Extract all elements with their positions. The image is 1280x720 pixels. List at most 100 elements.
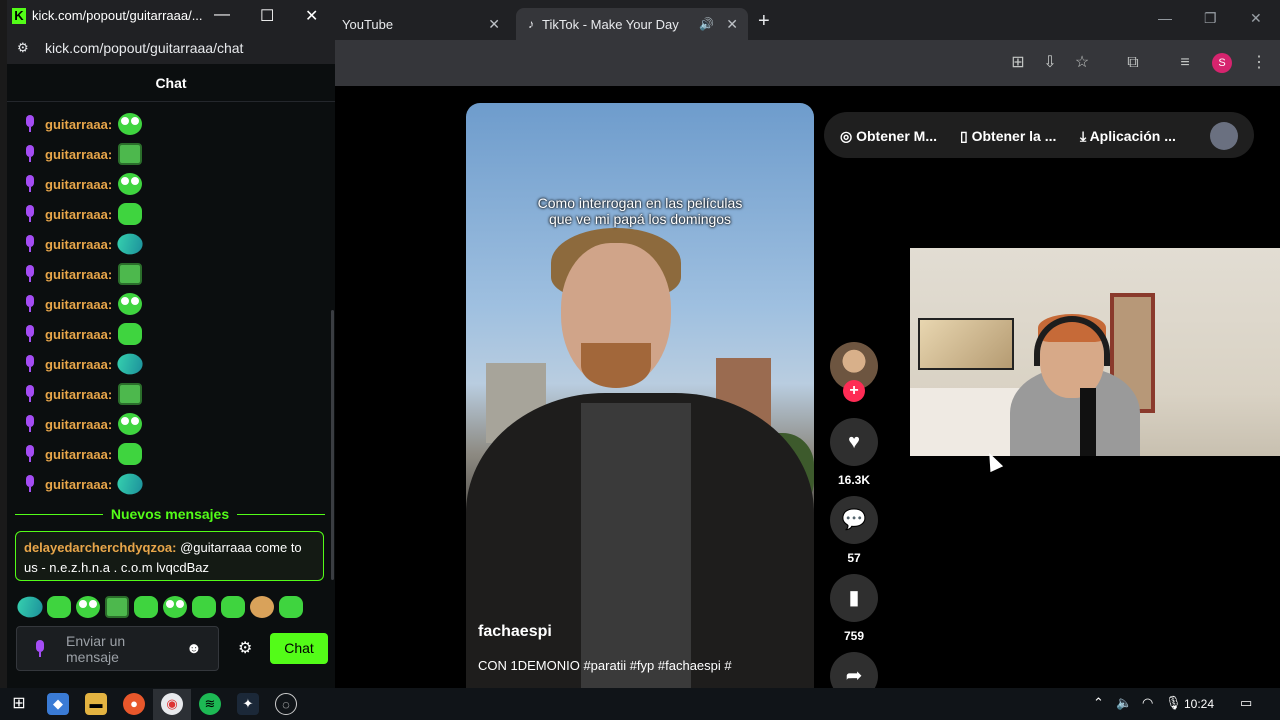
- chat-username[interactable]: guitarraaa:: [45, 117, 112, 132]
- get-app-button[interactable]: ▯ Obtener la ...: [960, 128, 1056, 145]
- minimize-icon[interactable]: —: [1158, 10, 1172, 26]
- chat-username[interactable]: guitarraaa:: [45, 147, 112, 162]
- tray-overflow-icon[interactable]: ⌃: [1093, 695, 1104, 711]
- chat-scrollbar[interactable]: [331, 310, 334, 580]
- spotify-icon[interactable]: ≋: [199, 693, 221, 715]
- close-tab-icon[interactable]: ✕: [726, 16, 738, 33]
- windows-start-icon[interactable]: ⊞: [8, 693, 30, 715]
- chat-username[interactable]: guitarraaa:: [45, 357, 112, 372]
- fish-emote-icon[interactable]: [114, 348, 147, 380]
- volume-icon[interactable]: 🔈: [1116, 695, 1132, 711]
- frog-emote-icon[interactable]: [279, 596, 303, 618]
- eyes-emote-icon[interactable]: [118, 413, 143, 435]
- like-button[interactable]: ♥: [830, 418, 878, 466]
- box-emote-icon[interactable]: [118, 263, 143, 285]
- chat-username[interactable]: guitarraaa:: [45, 237, 112, 252]
- chat-message: guitarraaa:: [24, 172, 143, 196]
- get-coins-button[interactable]: ◎ Obtener M...: [840, 128, 937, 145]
- eyes-emote-icon[interactable]: [76, 596, 100, 618]
- comment-button[interactable]: 💬: [830, 496, 878, 544]
- fish-emote-icon[interactable]: [114, 468, 147, 500]
- tab-youtube[interactable]: YouTube ✕: [330, 8, 510, 40]
- eyes-emote-icon[interactable]: [163, 596, 187, 618]
- box-emote-icon[interactable]: [118, 383, 143, 405]
- chat-send-button[interactable]: Chat: [270, 633, 328, 664]
- frog-emote-icon[interactable]: [47, 596, 71, 618]
- chat-message: guitarraaa:: [24, 382, 143, 406]
- close-tab-icon[interactable]: ✕: [488, 16, 500, 33]
- translate-icon[interactable]: ⊞: [1007, 52, 1029, 74]
- chat-username[interactable]: guitarraaa:: [45, 177, 112, 192]
- frog-emote-icon[interactable]: [192, 596, 216, 618]
- chat-settings-icon[interactable]: ⚙: [238, 638, 252, 658]
- microphone-tray-icon[interactable]: 🎙: [1165, 695, 1182, 711]
- eyes-emote-icon[interactable]: [118, 293, 143, 315]
- site-settings-icon[interactable]: ⚙: [17, 40, 29, 56]
- tab-tiktok[interactable]: ♪ TikTok - Make Your Day 🔊 ✕: [516, 8, 748, 40]
- chat-username[interactable]: guitarraaa:: [45, 417, 112, 432]
- video-player[interactable]: Como interrogan en las películas que ve …: [466, 103, 814, 688]
- minimize-icon[interactable]: —: [214, 6, 230, 24]
- webcam-overlay: [910, 248, 1280, 456]
- windows-taskbar: [0, 688, 1280, 720]
- chat-message: guitarraaa:: [24, 262, 143, 286]
- video-author[interactable]: fachaespi: [478, 623, 552, 641]
- share-icon: ➦: [845, 665, 863, 687]
- chat-username[interactable]: guitarraaa:: [45, 477, 112, 492]
- eyes-emote-icon[interactable]: [118, 113, 143, 135]
- chat-username[interactable]: guitarraaa:: [45, 297, 112, 312]
- close-window-icon[interactable]: ✕: [1250, 10, 1262, 27]
- obs-icon[interactable]: ◌: [275, 693, 297, 715]
- maximize-icon[interactable]: ☐: [260, 6, 274, 26]
- notifications-icon[interactable]: ▭: [1240, 695, 1252, 711]
- follow-plus-icon[interactable]: +: [843, 380, 865, 402]
- menu-kebab-icon[interactable]: ⋮: [1248, 52, 1270, 74]
- audio-playing-icon[interactable]: 🔊: [699, 17, 714, 31]
- microphone-badge-icon: [24, 445, 36, 463]
- file-explorer-icon[interactable]: ▬: [85, 693, 107, 715]
- frog-emote-icon[interactable]: [118, 443, 143, 465]
- wifi-icon[interactable]: ◠: [1142, 695, 1153, 711]
- profile-avatar[interactable]: S: [1212, 53, 1232, 73]
- install-app-icon[interactable]: ⇩: [1039, 52, 1061, 74]
- new-messages-divider[interactable]: Nuevos mensajes: [15, 505, 325, 523]
- chat-username[interactable]: guitarraaa:: [45, 447, 112, 462]
- video-caption-overlay: Como interrogan en las películas que ve …: [466, 195, 814, 227]
- fish-emote-icon[interactable]: [14, 591, 46, 623]
- close-window-icon[interactable]: ✕: [305, 6, 318, 26]
- frog-emote-icon[interactable]: [118, 323, 143, 345]
- box-emote-icon[interactable]: [118, 143, 143, 165]
- copilot-icon[interactable]: ◆: [47, 693, 69, 715]
- popup-url[interactable]: kick.com/popout/guitarraaa/chat: [45, 40, 243, 56]
- chat-username[interactable]: guitarraaa:: [45, 207, 112, 222]
- bookmark-star-icon[interactable]: ☆: [1071, 52, 1093, 74]
- fish-emote-icon[interactable]: [114, 228, 147, 260]
- save-count: 759: [843, 629, 865, 643]
- steam-icon[interactable]: ✦: [237, 693, 259, 715]
- emoji-picker-icon[interactable]: ☻: [186, 640, 204, 658]
- frog-emote-icon[interactable]: [221, 596, 245, 618]
- firefox-icon[interactable]: ●: [123, 693, 145, 715]
- eyes-emote-icon[interactable]: [118, 173, 143, 195]
- new-tab-button[interactable]: +: [758, 10, 770, 33]
- microphone-badge-icon: [24, 385, 36, 403]
- video-description: CON 1DEMONIO #paratii #fyp #fachaespi #: [478, 658, 732, 673]
- save-button[interactable]: ▮: [830, 574, 878, 622]
- chat-username[interactable]: guitarraaa:: [45, 387, 112, 402]
- frog-emote-icon[interactable]: [118, 203, 143, 225]
- desktop-app-button[interactable]: ⤓ Aplicación ...: [1080, 128, 1176, 145]
- chat-username[interactable]: guitarraaa:: [45, 327, 112, 342]
- extensions-icon[interactable]: ⧉: [1122, 52, 1144, 74]
- chrome-icon[interactable]: ◉: [161, 693, 183, 715]
- chat-username[interactable]: guitarraaa:: [45, 267, 112, 282]
- mention-username[interactable]: delayedarcherchdyqzoa:: [24, 540, 176, 555]
- tiktok-profile-avatar[interactable]: [1210, 122, 1238, 150]
- media-control-icon[interactable]: ≡: [1174, 52, 1196, 74]
- taskbar-clock[interactable]: 10:24: [1184, 697, 1214, 711]
- phone-icon: ▯: [960, 128, 972, 144]
- restore-icon[interactable]: ❐: [1204, 10, 1217, 27]
- box-emote-icon[interactable]: [105, 596, 129, 618]
- coin-icon: ◎: [840, 128, 857, 144]
- face-emote-icon[interactable]: [250, 596, 274, 618]
- frog-emote-icon[interactable]: [134, 596, 158, 618]
